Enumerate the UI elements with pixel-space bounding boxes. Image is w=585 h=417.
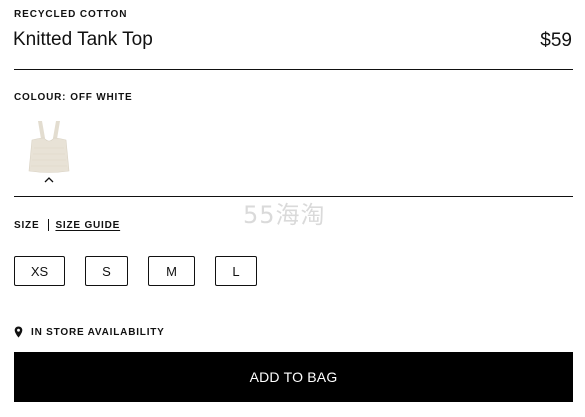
add-to-bag-button[interactable]: ADD TO BAG <box>14 352 573 402</box>
watermark: 55海淘 <box>243 201 326 229</box>
colour-label: COLOUR: <box>14 92 67 103</box>
product-price: $59 <box>540 30 572 51</box>
product-title: Knitted Tank Top <box>13 29 153 50</box>
size-divider <box>48 219 50 231</box>
size-option-m[interactable]: M <box>148 256 195 286</box>
divider <box>14 196 573 197</box>
colour-value: OFF WHITE <box>70 92 133 103</box>
divider <box>14 69 573 70</box>
size-option-l[interactable]: L <box>215 256 257 286</box>
location-pin-icon <box>14 326 23 338</box>
availability-label: IN STORE AVAILABILITY <box>31 326 165 338</box>
colour-label-row: COLOUR: OFF WHITE <box>14 92 132 103</box>
size-label: SIZE <box>14 219 40 231</box>
in-store-availability-link[interactable]: IN STORE AVAILABILITY <box>14 326 165 338</box>
colour-swatch-off-white[interactable] <box>24 118 74 176</box>
chevron-up-icon <box>44 177 54 183</box>
tank-top-thumbnail <box>28 121 70 173</box>
size-option-s[interactable]: S <box>85 256 128 286</box>
product-panel: RECYCLED COTTON Knitted Tank Top $59 COL… <box>0 0 585 417</box>
size-guide-link[interactable]: SIZE GUIDE <box>55 220 120 231</box>
size-options: XS S M L <box>0 256 585 288</box>
size-label-row: SIZE SIZE GUIDE <box>14 219 120 231</box>
size-option-xs[interactable]: XS <box>14 256 65 286</box>
product-eyebrow: RECYCLED COTTON <box>14 9 128 20</box>
